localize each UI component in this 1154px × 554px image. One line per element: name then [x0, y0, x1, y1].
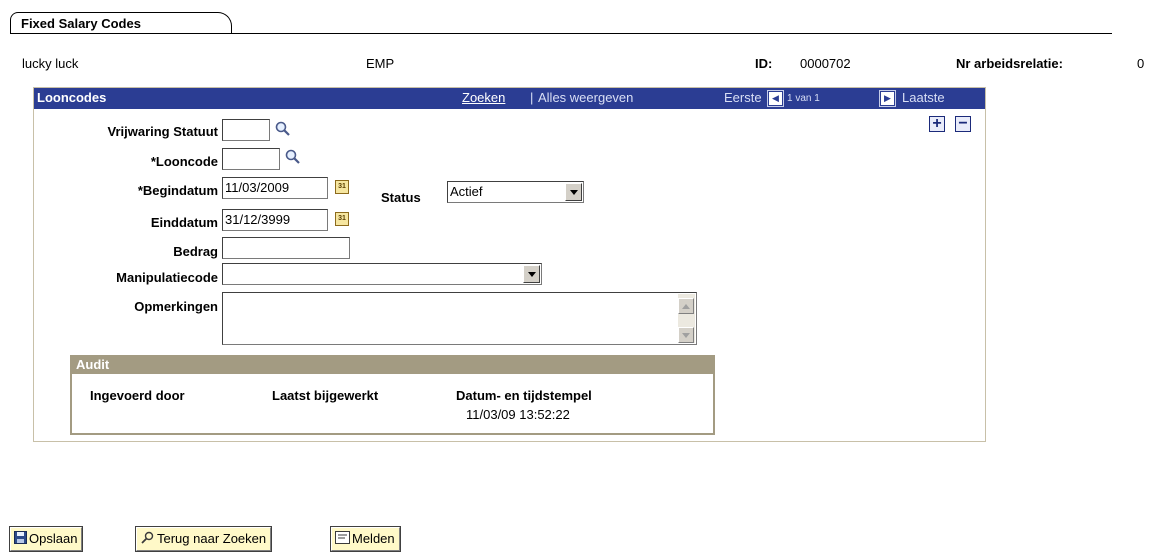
relation-label: Nr arbeidsrelatie: [956, 56, 1063, 71]
audit-title: Audit [76, 357, 110, 372]
scroll-down-icon[interactable] [678, 327, 694, 343]
relation-value: 0 [1137, 56, 1145, 71]
id-label: ID: [755, 56, 773, 71]
employee-name: lucky luck [22, 56, 79, 71]
notify-button[interactable]: Melden [330, 526, 401, 552]
first-link[interactable]: Eerste [724, 90, 762, 105]
chevron-down-icon[interactable] [523, 265, 540, 283]
begindatum-input[interactable]: 11/03/2009 [222, 177, 328, 199]
panel-header-bar [34, 88, 985, 109]
audit-header-bar [72, 357, 713, 374]
status-select[interactable]: Actief [447, 181, 584, 203]
begindatum-label: *Begindatum [137, 183, 218, 198]
link-separator: | [530, 90, 534, 105]
status-value: Actief [450, 184, 483, 199]
calendar-icon[interactable]: 31 [335, 212, 349, 226]
calendar-icon[interactable]: 31 [335, 180, 349, 194]
show-all-link[interactable]: Alles weergeven [538, 90, 633, 105]
bedrag-input[interactable] [222, 237, 350, 259]
einddatum-label: Einddatum [150, 215, 218, 230]
tab-fixed-salary-codes[interactable]: Fixed Salary Codes [10, 12, 232, 33]
save-button[interactable]: Opslaan [8, 526, 84, 552]
back-to-search-button[interactable]: Terug naar Zoeken [134, 526, 273, 552]
save-button-label: Opslaan [29, 531, 78, 546]
opmerkingen-textarea[interactable] [222, 292, 697, 345]
delete-row-button[interactable]: − [955, 116, 971, 132]
manipulatie-label: Manipulatiecode [116, 270, 218, 285]
search-link[interactable]: Zoeken [462, 90, 505, 105]
back-button-label: Terug naar Zoeken [157, 531, 267, 546]
magnifier-icon[interactable] [274, 120, 292, 138]
employee-type: EMP [366, 56, 395, 71]
last-link[interactable]: Laatste [902, 90, 945, 105]
id-value: 0000702 [800, 56, 851, 71]
next-arrow-icon[interactable]: ▶ [879, 90, 896, 108]
audit-col-bijgewerkt: Laatst bijgewerkt [272, 388, 379, 403]
looncode-input[interactable] [222, 148, 280, 170]
page-position: 1 van 1 [787, 93, 820, 104]
scroll-up-icon[interactable] [678, 298, 694, 314]
magnifier-icon[interactable] [284, 148, 302, 166]
prev-arrow-icon[interactable]: ◀ [767, 90, 784, 108]
manipulatie-select[interactable] [222, 263, 542, 285]
vrijwaring-label: Vrijwaring Statuut [107, 124, 218, 139]
chevron-down-icon[interactable] [565, 183, 582, 201]
vrijwaring-input[interactable] [222, 119, 270, 141]
panel-title: Looncodes [37, 90, 107, 105]
audit-col-timestamp: Datum- en tijdstempel [456, 388, 592, 403]
opmerkingen-label: Opmerkingen [134, 299, 218, 314]
tab-baseline [10, 33, 1112, 34]
notify-icon [335, 529, 350, 551]
notify-button-label: Melden [352, 531, 395, 546]
floppy-disk-icon [14, 529, 27, 551]
audit-timestamp-value: 11/03/09 13:52:22 [466, 407, 570, 422]
status-label: Status [381, 190, 421, 205]
einddatum-input[interactable]: 31/12/3999 [222, 209, 328, 231]
bedrag-label: Bedrag [173, 244, 218, 259]
add-row-button[interactable]: + [929, 116, 945, 132]
audit-col-ingevoerd: Ingevoerd door [90, 388, 185, 403]
looncode-label: *Looncode [150, 154, 218, 169]
search-back-icon [140, 529, 155, 551]
